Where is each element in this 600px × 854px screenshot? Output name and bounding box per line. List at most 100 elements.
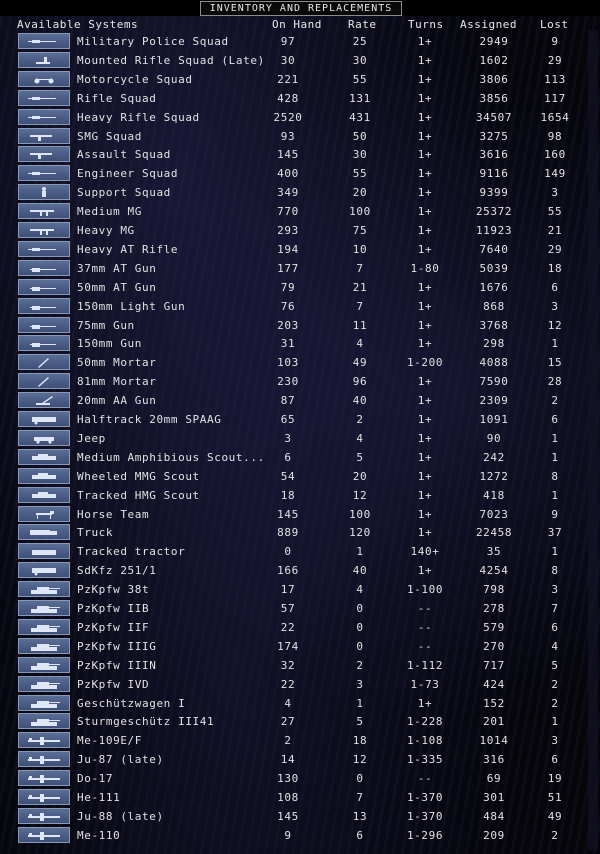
table-row[interactable]: Motorcycle Squad 221 55 1+ 3806 113 [0,70,600,89]
table-row[interactable]: Do-17 130 0 -- 69 19 [0,769,600,788]
table-row[interactable]: Heavy AT Rifle 194 10 1+ 7640 29 [0,240,600,259]
table-row[interactable]: Truck 889 120 1+ 22458 37 [0,523,600,542]
system-name: Motorcycle Squad [77,72,193,86]
smg-icon[interactable] [18,146,70,163]
table-row[interactable]: Horse Team 145 100 1+ 7023 9 [0,505,600,524]
table-row[interactable]: 50mm AT Gun 79 21 1+ 1676 6 [0,278,600,297]
machinegun-icon[interactable] [18,203,70,220]
horse-icon[interactable] [18,505,70,522]
table-row[interactable]: Wheeled MMG Scout 54 20 1+ 1272 8 [0,467,600,486]
table-row[interactable]: SdKfz 251/1 166 40 1+ 4254 8 [0,561,600,580]
cavalry-icon[interactable] [18,51,70,68]
table-row[interactable]: Tracked HMG Scout 18 12 1+ 418 1 [0,486,600,505]
table-row[interactable]: 20mm AA Gun 87 40 1+ 2309 2 [0,391,600,410]
tank-icon[interactable] [18,694,70,711]
system-name: Ju-87 (late) [77,753,164,767]
tractor-icon[interactable] [18,543,70,560]
table-row[interactable]: Engineer Squad 400 55 1+ 9116 149 [0,164,600,183]
table-row[interactable]: Tracked tractor 0 1 140+ 35 1 [0,542,600,561]
table-row[interactable]: Medium MG 770 100 1+ 25372 55 [0,202,600,221]
lost-value: 9 [551,35,559,48]
mortar-icon[interactable] [18,373,70,390]
aa-gun-icon[interactable] [18,392,70,409]
table-row[interactable]: 75mm Gun 203 11 1+ 3768 12 [0,316,600,335]
soldier-icon[interactable] [18,184,70,201]
table-row[interactable]: Rifle Squad 428 131 1+ 3856 117 [0,89,600,108]
scrollbar[interactable] [588,30,598,850]
rifle-icon[interactable] [18,165,70,182]
rate-value: 10 [352,242,368,256]
rifle-icon[interactable] [18,108,70,125]
table-row[interactable]: Me-110 9 6 1-296 209 2 [0,826,600,845]
table-row[interactable]: Heavy MG 293 75 1+ 11923 21 [0,221,600,240]
rifle-icon[interactable] [18,240,70,257]
motorcycle-icon[interactable] [18,70,70,87]
armored-car-icon[interactable] [18,486,70,503]
mortar-icon[interactable] [18,354,70,371]
system-name: SdKfz 251/1 [77,564,157,578]
table-row[interactable]: Halftrack 20mm SPAAG 65 2 1+ 1091 6 [0,410,600,429]
aircraft-icon[interactable] [18,807,70,824]
table-row[interactable]: Me-109E/F 2 18 1-108 1014 3 [0,731,600,750]
field-gun-icon[interactable] [18,316,70,333]
table-row[interactable]: PzKpfw IIB 57 0 -- 278 7 [0,599,600,618]
tank-icon[interactable] [18,713,70,730]
table-row[interactable]: Heavy Rifle Squad 2520 431 1+ 34507 1654 [0,108,600,127]
table-row[interactable]: 81mm Mortar 230 96 1+ 7590 28 [0,372,600,391]
table-row[interactable]: PzKpfw IIIG 174 0 -- 270 4 [0,637,600,656]
field-gun-icon[interactable] [18,278,70,295]
field-gun-icon[interactable] [18,335,70,352]
field-gun-icon[interactable] [18,297,70,314]
system-name: Horse Team [77,507,150,521]
system-name: PzKpfw IVD [77,677,150,691]
table-row[interactable]: 150mm Gun 31 4 1+ 298 1 [0,334,600,353]
table-row[interactable]: 50mm Mortar 103 49 1-200 4088 15 [0,353,600,372]
truck-icon[interactable] [18,524,70,541]
table-row[interactable]: Assault Squad 145 30 1+ 3616 160 [0,145,600,164]
tank-icon[interactable] [18,581,70,598]
table-row[interactable]: Medium Amphibious Scout... 6 5 1+ 242 1 [0,448,600,467]
machinegun-icon[interactable] [18,222,70,238]
halftrack-icon[interactable] [18,411,70,427]
table-row[interactable]: 150mm Light Gun 76 7 1+ 868 3 [0,297,600,316]
rifle-icon[interactable] [18,89,70,106]
tank-icon[interactable] [18,656,70,673]
table-row[interactable]: PzKpfw IVD 22 3 1-73 424 2 [0,675,600,694]
lost-value: 113 [544,72,566,86]
turns-value: 1+ [417,224,433,237]
rate-value: 40 [352,564,368,578]
table-row[interactable]: SMG Squad 93 50 1+ 3275 98 [0,127,600,146]
on-hand-value: 76 [280,299,296,313]
halftrack-icon[interactable] [18,562,70,579]
table-row[interactable]: Support Squad 349 20 1+ 9399 3 [0,183,600,202]
smg-icon[interactable] [18,127,70,144]
table-row[interactable]: Military Police Squad 97 25 1+ 2949 9 [0,32,600,51]
turns-value: -- [417,772,433,786]
aircraft-icon[interactable] [18,732,70,749]
rifle-icon[interactable] [18,33,70,49]
aircraft-icon[interactable] [18,826,70,843]
table-row[interactable]: Jeep 3 4 1+ 90 1 [0,429,600,448]
table-row[interactable]: PzKpfw IIF 22 0 -- 579 6 [0,618,600,637]
armored-car-icon[interactable] [18,448,70,465]
tank-icon[interactable] [18,600,70,616]
tank-icon[interactable] [18,675,70,692]
aircraft-icon[interactable] [18,770,70,787]
table-row[interactable]: PzKpfw 38t 17 4 1-100 798 3 [0,580,600,599]
table-row[interactable]: Mounted Rifle Squad (Late) 30 30 1+ 1602 29 [0,51,600,70]
aircraft-icon[interactable] [18,751,70,768]
jeep-icon[interactable] [18,429,70,446]
table-row[interactable]: Ju-87 (late) 14 12 1-335 316 6 [0,750,600,769]
table-row[interactable]: Geschützwagen I 4 1 1+ 152 2 [0,694,600,713]
table-row[interactable]: Sturmgeschütz III41 27 5 1-228 201 1 [0,712,600,731]
table-row[interactable]: Ju-88 (late) 145 13 1-370 484 49 [0,807,600,826]
armored-car-icon[interactable] [18,467,70,484]
table-row[interactable]: He-111 108 7 1-370 301 51 [0,788,600,807]
tank-icon[interactable] [18,637,70,654]
aircraft-icon[interactable] [18,789,70,805]
table-row[interactable]: PzKpfw IIIN 32 2 1-112 717 5 [0,656,600,675]
field-gun-icon[interactable] [18,259,70,276]
table-row[interactable]: 37mm AT Gun 177 7 1-80 5039 18 [0,259,600,278]
tank-icon[interactable] [18,618,70,635]
rate-value: 75 [352,224,368,237]
